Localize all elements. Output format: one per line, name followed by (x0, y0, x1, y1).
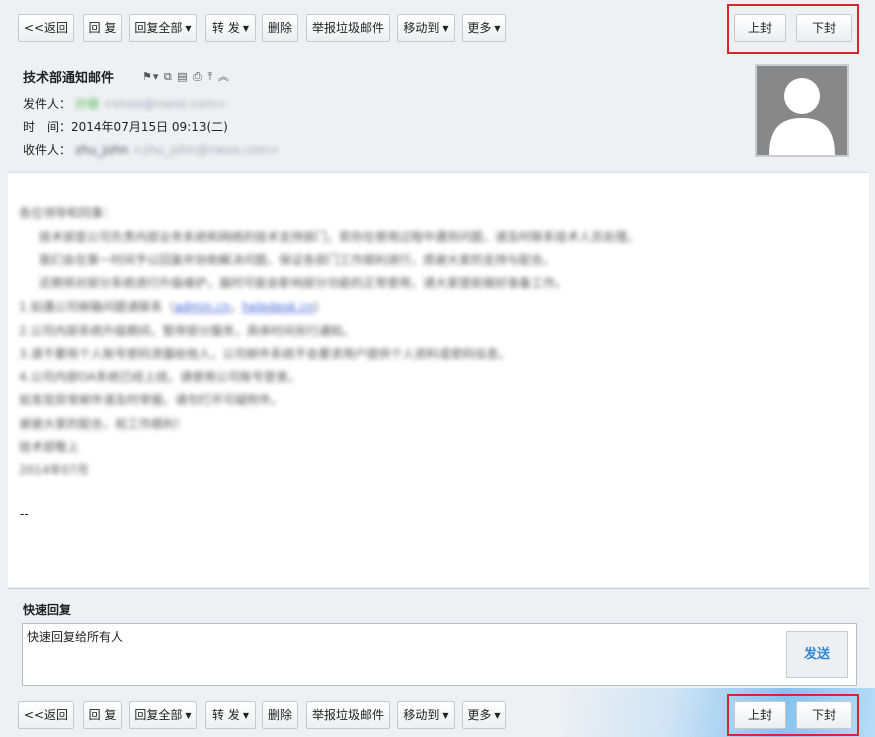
more-label: 更多 (467, 708, 492, 722)
body-line: 各位领导和同事： (19, 206, 116, 220)
body-line: 如发现异常邮件请及时举报。请勿打开可疑附件。 (19, 393, 284, 407)
send-button[interactable]: 发送 (786, 631, 848, 678)
body-line: 我们会在第一时间予以回复并协助解决问题，保证各部门工作顺利进行，感谢大家的支持与… (39, 253, 556, 267)
view-source-icon[interactable]: ▤ (177, 70, 188, 83)
move-to-label: 移动到 (403, 21, 440, 35)
reply-button[interactable]: 回 复 (83, 14, 122, 42)
more-button[interactable]: 更多 ▼ (462, 701, 506, 729)
mail-header: 技术部通知邮件 ⚑▾ ⧉ ▤ ⎙ ⤒ ︽ 发件人： 孙健 <Imoo@nwoo.co… (0, 58, 875, 168)
report-spam-button[interactable]: 举报垃圾邮件 (306, 701, 390, 729)
sender-email: <Imoo@nwoo.com> (103, 97, 227, 111)
sender-label: 发件人： (23, 97, 72, 111)
mail-body: 各位领导和同事： 技术部是公司负责内部业务系统和网络的技术支持部门，若你在使用过… (8, 172, 869, 587)
reply-all-button[interactable]: 回复全部 ▼ (129, 701, 197, 729)
delete-button[interactable]: 删除 (262, 701, 298, 729)
flag-icon[interactable]: ⚑▾ (142, 70, 159, 83)
body-line: 技术部敬上 (19, 440, 80, 454)
caret-down-icon: ▼ (185, 24, 192, 33)
body-line: 技术部是公司负责内部业务系统和网络的技术支持部门，若你在使用过程中遇到问题，请及… (39, 230, 640, 244)
forward-label: 转 发 (212, 708, 240, 722)
mail-actions-icons: ⚑▾ ⧉ ▤ ⎙ ⤒ ︽ (142, 68, 230, 84)
back-button[interactable]: <<返回 (18, 701, 74, 729)
back-button[interactable]: <<返回 (18, 14, 74, 42)
delete-button[interactable]: 删除 (262, 14, 298, 42)
divider (8, 588, 869, 589)
caret-down-icon: ▼ (242, 24, 249, 33)
body-line: 谢谢大家的配合，祝工作顺利！ (19, 417, 188, 431)
body-line-text: 1.如遇公司邮箱问题请联系（ (19, 300, 175, 314)
caret-down-icon: ▼ (185, 711, 192, 720)
bottom-toolbar: <<返回 回 复 回复全部 ▼ 转 发 ▼ 删除 举报垃圾邮件 移动到 ▼ 更多 ▼ 上… (0, 694, 875, 736)
signature-separator: -- (20, 507, 29, 521)
helpdesk-link[interactable]: helpdesk.cn (242, 300, 314, 314)
reply-all-label: 回复全部 (134, 708, 183, 722)
time-label: 时 间： (23, 120, 72, 134)
sender-name[interactable]: 孙健 (75, 97, 99, 111)
mail-subject: 技术部通知邮件 (23, 71, 115, 86)
recipient-row: 收件人： zhu_john <zhu_john@nwoo.com> (23, 141, 279, 158)
recipient-label: 收件人： (23, 143, 72, 157)
recipient-name[interactable]: zhu_john (75, 143, 128, 157)
body-line: 1.如遇公司邮箱问题请联系（admin.cn，helpdesk.cn） (19, 300, 327, 314)
time-value: 2014年07月15日 09:13(二) (71, 120, 228, 134)
reply-all-button[interactable]: 回复全部 ▼ (129, 14, 197, 42)
caret-down-icon: ▼ (494, 711, 501, 720)
caret-down-icon: ▼ (442, 24, 449, 33)
reply-all-label: 回复全部 (134, 21, 183, 35)
forward-label: 转 发 (212, 21, 240, 35)
body-line: 近期将对部分系统进行升级维护，届时可能会影响部分功能的正常使用，请大家提前做好准… (39, 276, 568, 290)
print-icon[interactable]: ⎙ (193, 70, 203, 83)
body-line: 2.公司内部系统升级期间，暂停部分服务，具体时间另行通知。 (19, 324, 355, 338)
prev-mail-button[interactable]: 上封 (734, 701, 786, 729)
forward-button[interactable]: 转 发 ▼ (205, 701, 256, 729)
move-to-button[interactable]: 移动到 ▼ (397, 14, 455, 42)
forward-button[interactable]: 转 发 ▼ (205, 14, 256, 42)
quick-reply-input[interactable]: 快速回复给所有人 (27, 628, 123, 645)
default-avatar-icon (769, 78, 835, 155)
time-row: 时 间：2014年07月15日 09:13(二) (23, 118, 228, 135)
prev-mail-button[interactable]: 上封 (734, 14, 786, 42)
report-spam-button[interactable]: 举报垃圾邮件 (306, 14, 390, 42)
move-to-label: 移动到 (403, 708, 440, 722)
more-label: 更多 (467, 21, 492, 35)
recipient-email: <zhu_john@nwoo.com> (132, 143, 280, 157)
reply-button[interactable]: 回 复 (83, 701, 122, 729)
pin-top-icon[interactable]: ⤒ (207, 70, 213, 83)
body-line: 4.公司内部OA系统已经上线，请使用公司账号登录。 (19, 370, 300, 384)
caret-down-icon: ▼ (494, 24, 501, 33)
sender-row: 发件人： 孙健 <Imoo@nwoo.com> (23, 95, 226, 112)
admin-link[interactable]: admin.cn (174, 300, 230, 314)
sender-avatar (755, 64, 849, 157)
quick-reply-box[interactable]: 快速回复给所有人 发送 (22, 623, 857, 686)
next-mail-button[interactable]: 下封 (796, 701, 852, 729)
open-new-window-icon[interactable]: ⧉ (164, 70, 173, 83)
caret-down-icon: ▼ (442, 711, 449, 720)
body-line: 2014年07月 (19, 463, 89, 477)
collapse-icon[interactable]: ︽ (218, 70, 230, 83)
caret-down-icon: ▼ (242, 711, 249, 720)
top-toolbar: <<返回 回 复 回复全部 ▼ 转 发 ▼ 删除 举报垃圾邮件 移动到 ▼ 更多 ▼ 上… (0, 4, 875, 54)
move-to-button[interactable]: 移动到 ▼ (397, 701, 455, 729)
next-mail-button[interactable]: 下封 (796, 14, 852, 42)
more-button[interactable]: 更多 ▼ (462, 14, 506, 42)
body-line: 3.请不要将个人账号密码泄露给他人，公司邮件系统不会要求用户提供个人资料或密码信… (19, 347, 511, 361)
quick-reply-title: 快速回复 (23, 603, 72, 617)
